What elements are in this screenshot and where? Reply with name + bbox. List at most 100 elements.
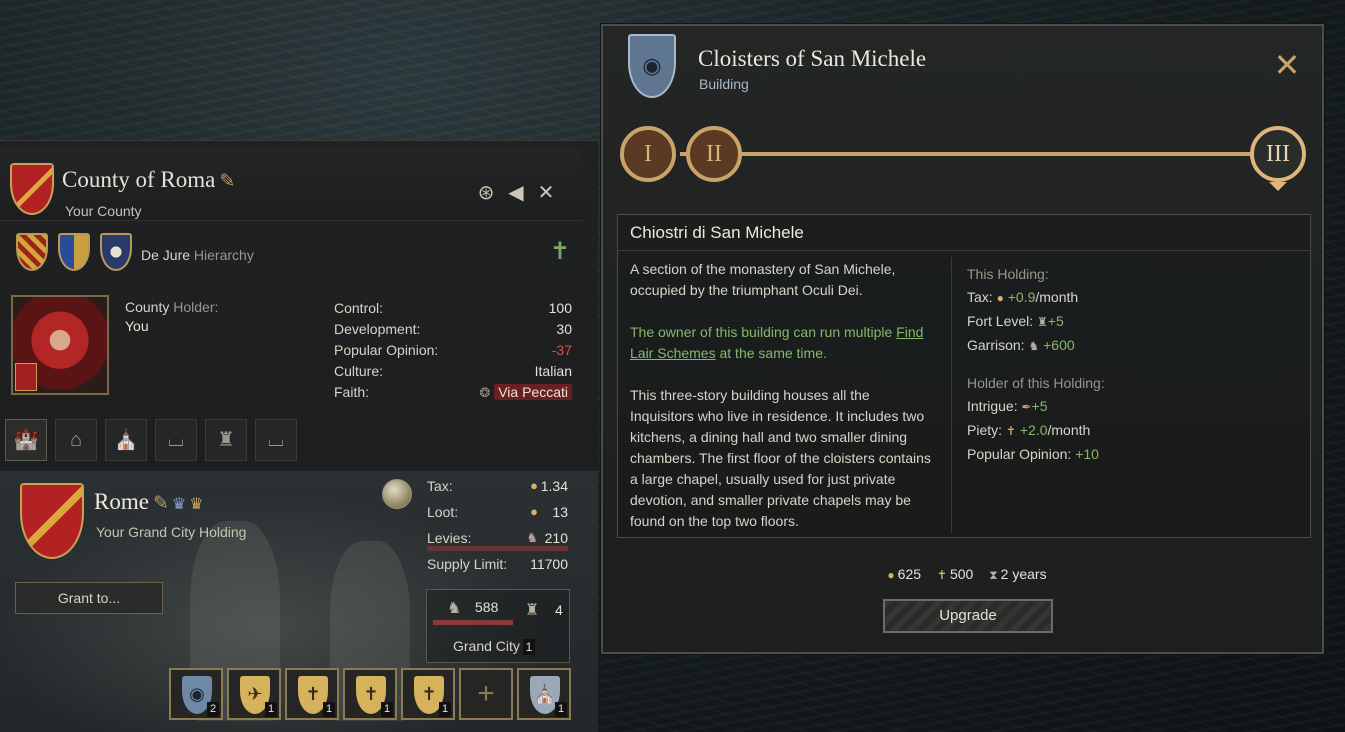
- goto-icon[interactable]: ⊛: [474, 181, 498, 205]
- garrison-icon: ♞: [447, 600, 462, 617]
- tab-castle[interactable]: ♜: [205, 419, 247, 461]
- building-slot-cloisters[interactable]: ◉ 2: [169, 668, 223, 720]
- holding-subtitle: Your Grand City Holding: [96, 524, 247, 540]
- holding-effects-heading: This Holding:: [967, 266, 1049, 282]
- building-description-box: Chiostri di San Michele A section of the…: [617, 214, 1311, 538]
- faith-icon: ❂: [479, 385, 491, 400]
- building-title: Cloisters of San Michele: [698, 46, 927, 71]
- effect-intrigue: Intrigue: ✒+5: [967, 398, 1048, 414]
- fort-icon: ♜: [525, 602, 540, 619]
- quill-icon[interactable]: ✎: [219, 170, 235, 193]
- garrison-icon: ♞: [1028, 339, 1040, 353]
- dejure-hierarchy: De Jure Hierarchy ✝: [14, 233, 584, 273]
- county-panel: County of Roma ✎ Your County ⊛ ◀ ✕ De Jur…: [0, 140, 598, 732]
- current-level-pointer: [1269, 182, 1287, 191]
- building-slot-2[interactable]: ✈ 1: [227, 668, 281, 720]
- portrait-coat-of-arms: [15, 363, 37, 391]
- holding-type: Grand City 1: [453, 638, 535, 655]
- holder-effects-heading: Holder of this Holding:: [967, 375, 1105, 391]
- holder-portrait[interactable]: [11, 295, 109, 395]
- description-paragraph-1: A section of the monastery of San Michel…: [630, 261, 896, 298]
- faith-value[interactable]: Via Peccati: [494, 384, 572, 400]
- cost-time: ⧗ 2 years: [989, 566, 1047, 582]
- building-slots: ◉ 2 ✈ 1 ✝ 1 ✝ 1 ✝ 1 + ⛪ 1: [169, 668, 571, 720]
- holding-supply: Supply Limit: 11700: [427, 556, 568, 572]
- county-title: County of Roma ✎: [62, 167, 235, 193]
- garrison-value: 588: [475, 599, 499, 615]
- terrain-icon[interactable]: [382, 479, 412, 509]
- building-slot-5[interactable]: ✝ 1: [401, 668, 455, 720]
- level-node-3[interactable]: III: [1250, 126, 1306, 182]
- fort-level-value: 4: [555, 602, 563, 618]
- holder-name[interactable]: You: [125, 318, 149, 334]
- close-icon[interactable]: ✕: [534, 181, 558, 205]
- piety-icon: ✝: [936, 568, 947, 582]
- gold-icon: ●: [530, 504, 538, 519]
- holding-stats: Tax: ● 1.34 Loot: ● 13 Levies: ♞ 210 Supply Li…: [427, 475, 568, 579]
- cost-piety: ✝ 500: [936, 566, 974, 582]
- stat-development: Development: 30: [334, 321, 572, 337]
- level-node-1[interactable]: I: [620, 126, 676, 182]
- building-local-name: Chiostri di San Michele: [618, 215, 1310, 251]
- effect-piety: Piety: ✝ +2.0/month: [967, 422, 1091, 438]
- building-effects: This Holding: Tax: ● +0.9/month Fort Lev…: [967, 263, 1297, 466]
- holder-label: County Holder:: [125, 299, 219, 315]
- intrigue-icon: ✒: [1021, 400, 1032, 414]
- close-icon[interactable]: ✕: [1272, 49, 1302, 81]
- tab-barony-1[interactable]: ⌂: [55, 419, 97, 461]
- gold-icon: ●: [996, 291, 1004, 305]
- description-paragraph-2: The owner of this building can run multi…: [630, 324, 924, 361]
- empire-crown-icon[interactable]: ♛: [189, 494, 203, 514]
- tab-empty-slot-2[interactable]: ⌴: [255, 419, 297, 461]
- holding-tabs: 🏰 ⌂ ⛪ ⌴ ♜ ⌴: [5, 419, 305, 463]
- effect-garrison: Garrison: ♞ +600: [967, 337, 1075, 353]
- kingdom-crown-icon[interactable]: ♛: [172, 494, 186, 514]
- county-header: County of Roma ✎ Your County ⊛ ◀ ✕: [0, 149, 582, 221]
- description-paragraph-3: This three-story building houses all the…: [630, 387, 931, 529]
- gold-icon: ●: [887, 568, 895, 582]
- hourglass-icon: ⧗: [989, 568, 998, 582]
- garrison-box[interactable]: ♞ 588 ♜ 4 Grand City 1: [426, 589, 570, 663]
- rome-coat-of-arms[interactable]: [20, 483, 84, 559]
- holding-tax: Tax: ● 1.34: [427, 475, 568, 501]
- fort-icon: ♜: [1037, 315, 1048, 329]
- building-slot-duchy[interactable]: ⛪ 1: [517, 668, 571, 720]
- dejure-duchy-shield[interactable]: [16, 233, 48, 271]
- effect-popular-opinion: Popular Opinion: +10: [967, 446, 1099, 462]
- grant-button[interactable]: Grant to...: [15, 582, 163, 614]
- building-description: A section of the monastery of San Michel…: [630, 259, 935, 553]
- stat-culture: Culture: Italian: [334, 363, 572, 379]
- tab-empty-slot-1[interactable]: ⌴: [155, 419, 197, 461]
- holding-quill-icon[interactable]: ✎: [153, 492, 169, 515]
- stat-faith: Faith: ❂ Via Peccati: [334, 382, 572, 403]
- county-subtitle: Your County: [65, 203, 142, 219]
- building-levels: I II III: [620, 122, 1308, 194]
- levels-track-line: [680, 152, 1278, 156]
- building-subtitle: Building: [699, 76, 749, 92]
- effect-fort-level: Fort Level: ♜+5: [967, 313, 1064, 329]
- add-building-slot[interactable]: +: [459, 668, 513, 720]
- levies-bar: [427, 546, 568, 551]
- garrison-bar: [433, 620, 513, 625]
- back-arrow-icon[interactable]: ◀: [504, 181, 528, 205]
- upgrade-button[interactable]: Upgrade: [883, 599, 1053, 633]
- dejure-label: De Jure Hierarchy: [141, 247, 254, 263]
- stat-popular-opinion: Popular Opinion: -37: [334, 342, 572, 358]
- holding-levies: Levies: ♞ 210: [427, 527, 568, 553]
- description-divider: [951, 257, 952, 533]
- level-node-2[interactable]: II: [686, 126, 742, 182]
- stat-control: Control: 100: [334, 300, 572, 316]
- building-eye-icon: ◉: [628, 34, 676, 98]
- dejure-empire-shield[interactable]: [100, 233, 132, 271]
- holding-title: Rome ✎ ♛ ♛: [94, 489, 204, 515]
- tab-city-holding[interactable]: 🏰: [5, 419, 47, 461]
- dejure-kingdom-shield[interactable]: [58, 233, 90, 271]
- faith-cross-icon[interactable]: ✝: [550, 237, 570, 266]
- county-title-text: County of Roma: [62, 167, 216, 192]
- county-coat-of-arms[interactable]: [10, 163, 54, 215]
- tab-church[interactable]: ⛪: [105, 419, 147, 461]
- gold-icon: ●: [530, 478, 538, 493]
- building-slot-3[interactable]: ✝ 1: [285, 668, 339, 720]
- building-slot-4[interactable]: ✝ 1: [343, 668, 397, 720]
- county-stats: Control: 100 Development: 30 Popular Opini…: [334, 298, 572, 403]
